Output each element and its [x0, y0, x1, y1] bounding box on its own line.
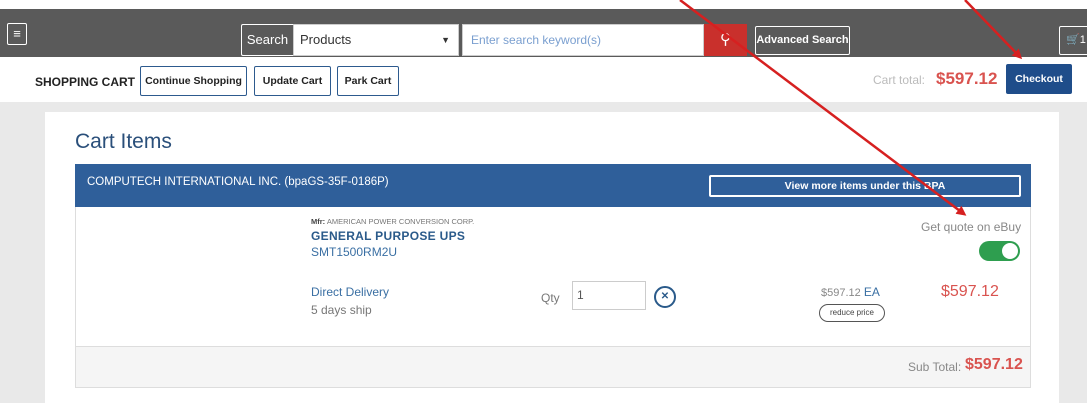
search-icon: ⚲ [720, 31, 731, 48]
mfr-label: Mfr: [311, 217, 326, 226]
top-nav-bar: ≡ Search Products ▼ Enter search keyword… [0, 0, 1087, 57]
qty-label: Qty [541, 291, 560, 305]
trash-icon[interactable]: ✕ [654, 286, 676, 308]
reduce-price-button[interactable]: reduce price [819, 304, 885, 322]
toggle-knob [1002, 243, 1018, 259]
shopping-cart-title: SHOPPING CART [35, 75, 136, 89]
delivery-method[interactable]: Direct Delivery [311, 285, 389, 299]
mfr-name: AMERICAN POWER CONVERSION CORP. [326, 217, 475, 226]
part-number[interactable]: SMT1500RM2U [311, 245, 397, 259]
caret-down-icon: ▼ [441, 35, 450, 45]
park-cart-button[interactable]: Park Cart [337, 66, 399, 96]
shopping-cart-bar: SHOPPING CART Continue Shopping Update C… [0, 57, 1087, 102]
product-name[interactable]: GENERAL PURPOSE UPS [311, 229, 465, 243]
manufacturer: Mfr: AMERICAN POWER CONVERSION CORP. [311, 217, 474, 226]
cart-button[interactable]: 🛒1 [1059, 26, 1087, 55]
search-scope-select[interactable]: Products ▼ [293, 24, 459, 56]
subtotal-row: Sub Total: $597.12 [75, 347, 1031, 388]
checkout-button[interactable]: Checkout [1006, 64, 1072, 94]
continue-shopping-button[interactable]: Continue Shopping [140, 66, 247, 96]
unit-price-value: $597.12 [821, 287, 861, 299]
cart-icon: 🛒 [1066, 34, 1080, 46]
cart-total-label: Cart total: [873, 73, 926, 87]
vendor-header: COMPUTECH INTERNATIONAL INC. (bpaGS-35F-… [75, 164, 1031, 207]
ebuy-quote-toggle[interactable] [979, 241, 1020, 261]
unit-of-measure: EA [863, 285, 880, 299]
cart-count: 1 [1079, 34, 1086, 46]
update-cart-button[interactable]: Update Cart [254, 66, 331, 96]
vendor-name: COMPUTECH INTERNATIONAL INC. (bpaGS-35F-… [87, 176, 389, 188]
hamburger-icon[interactable]: ≡ [7, 23, 27, 45]
search-scope-value: Products [300, 32, 352, 47]
search-group: Search Products ▼ Enter search keyword(s… [241, 24, 747, 56]
ebuy-quote-label: Get quote on eBuy [921, 220, 1022, 234]
search-button[interactable]: ⚲ [704, 24, 747, 56]
search-label: Search [241, 24, 293, 56]
subtotal-value: $597.12 [965, 356, 1023, 373]
view-more-items-button[interactable]: View more items under this BPA [709, 175, 1021, 197]
cart-items-title: Cart Items [75, 130, 172, 153]
search-input[interactable]: Enter search keyword(s) [462, 24, 704, 56]
cart-item: Mfr: AMERICAN POWER CONVERSION CORP. GEN… [75, 207, 1031, 347]
line-total: $597.12 [941, 283, 999, 300]
unit-price: $597.12 EA [821, 285, 880, 299]
cart-panel: Cart Items COMPUTECH INTERNATIONAL INC. … [45, 112, 1059, 403]
qty-input[interactable]: 1 [572, 281, 646, 310]
subtotal-label: Sub Total: [908, 360, 962, 374]
advanced-search-button[interactable]: Advanced Search [755, 26, 850, 55]
ship-time: 5 days ship [311, 303, 372, 317]
cart-total-value: $597.12 [936, 69, 998, 88]
